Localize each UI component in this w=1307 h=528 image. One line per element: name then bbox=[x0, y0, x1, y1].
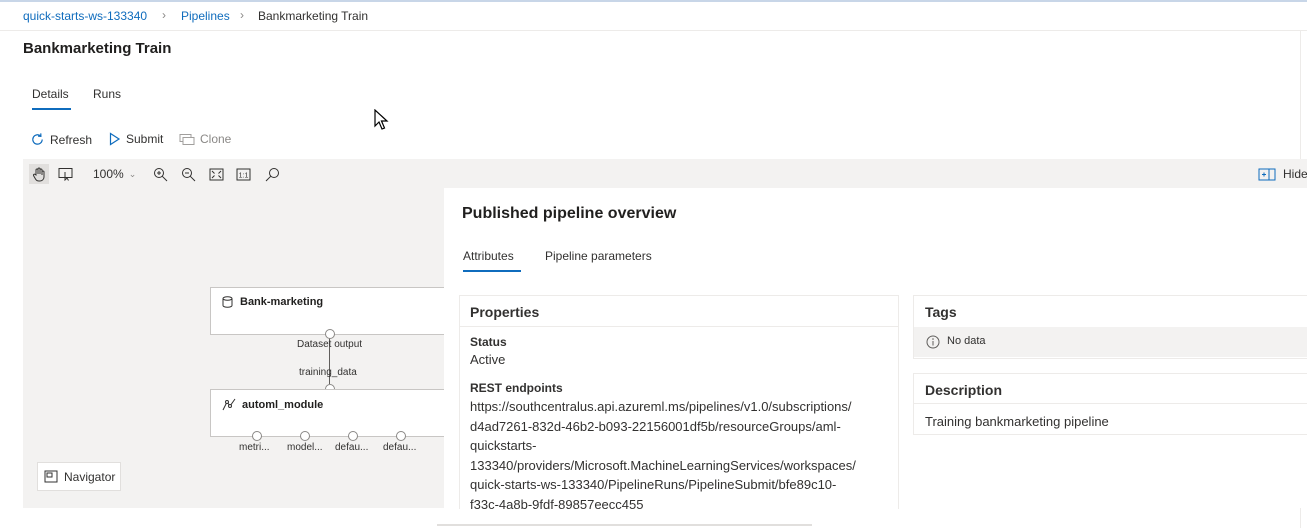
automl-icon bbox=[222, 398, 236, 411]
mouse-cursor-icon bbox=[374, 109, 389, 130]
clone-button[interactable]: Clone bbox=[179, 132, 231, 146]
svg-text:1:1: 1:1 bbox=[238, 172, 248, 179]
overview-title: Published pipeline overview bbox=[462, 205, 677, 222]
rest-endpoint-value: https://southcentralus.api.azureml.ms/pi… bbox=[470, 397, 895, 514]
breadcrumb-pipelines-link[interactable]: Pipelines bbox=[181, 9, 230, 23]
status-label: Status bbox=[470, 335, 507, 349]
actual-size-button[interactable]: 1:1 bbox=[233, 164, 253, 184]
no-data-text: No data bbox=[947, 335, 986, 347]
output-port-label: model... bbox=[287, 442, 323, 453]
tab-attributes-underline bbox=[463, 270, 521, 272]
divider bbox=[460, 326, 898, 327]
select-icon bbox=[58, 168, 73, 181]
hand-icon bbox=[32, 167, 45, 182]
refresh-label: Refresh bbox=[50, 132, 93, 147]
zoom-out-button[interactable] bbox=[178, 164, 198, 184]
status-value: Active bbox=[470, 352, 506, 367]
navigator-label: Navigator bbox=[64, 469, 116, 484]
zoom-in-button[interactable] bbox=[150, 164, 170, 184]
output-port[interactable] bbox=[325, 329, 335, 339]
rest-endpoint-line: f33c-4a8b-9fdf-89857eecc455 bbox=[470, 496, 644, 512]
horizontal-scrollbar[interactable] bbox=[437, 524, 812, 526]
submit-label: Submit bbox=[126, 132, 164, 146]
graph-toolbar: 100% ⌄ 1:1 Hide bbox=[23, 159, 1307, 188]
refresh-icon bbox=[32, 133, 43, 145]
rest-endpoint-line: quickstarts- bbox=[470, 438, 537, 453]
chevron-right-icon: › bbox=[162, 8, 166, 22]
breadcrumb-workspace-link[interactable]: quick-starts-ws-133340 bbox=[23, 9, 147, 23]
tags-heading: Tags bbox=[925, 304, 957, 320]
fit-to-screen-button[interactable] bbox=[206, 164, 226, 184]
fit-screen-icon bbox=[209, 168, 223, 180]
hide-panel-button[interactable]: Hide bbox=[1258, 164, 1307, 184]
hide-label: Hide bbox=[1283, 167, 1307, 181]
properties-heading: Properties bbox=[470, 304, 540, 320]
chevron-down-icon: ⌄ bbox=[128, 168, 137, 179]
panel-toggle-icon bbox=[1258, 168, 1276, 180]
database-icon bbox=[222, 296, 233, 308]
tab-attributes[interactable]: Attributes bbox=[463, 249, 514, 263]
play-icon bbox=[109, 132, 121, 146]
dataset-output-label: Dataset output bbox=[297, 339, 363, 350]
automl-node-title: automl_module bbox=[242, 399, 324, 411]
tab-pipeline-parameters[interactable]: Pipeline parameters bbox=[545, 249, 652, 263]
output-port[interactable] bbox=[348, 431, 358, 441]
chevron-right-icon: › bbox=[240, 8, 244, 22]
pan-tool-button[interactable] bbox=[29, 164, 49, 184]
rest-endpoint-line: d4ad7261-832d-46b2-b093-22156001df5b/res… bbox=[470, 418, 841, 434]
page-title: Bankmarketing Train bbox=[23, 40, 172, 57]
navigator-icon bbox=[44, 470, 58, 483]
output-port-label: metri... bbox=[239, 442, 270, 453]
tab-runs[interactable]: Runs bbox=[93, 87, 121, 101]
properties-card: Properties Status Active REST endpoints … bbox=[459, 295, 899, 512]
description-heading: Description bbox=[925, 382, 1003, 398]
divider bbox=[914, 403, 1307, 404]
breadcrumb-current: Bankmarketing Train bbox=[258, 9, 369, 23]
rest-endpoint-line: 133340/providers/Microsoft.MachineLearni… bbox=[470, 457, 856, 473]
rest-endpoint-line: quick-starts-ws-133340/PipelineRuns/Pipe… bbox=[470, 477, 837, 492]
output-port-label: defau... bbox=[383, 442, 417, 453]
rest-endpoint-line: https://southcentralus.api.azureml.ms/pi… bbox=[470, 399, 852, 414]
zoom-dropdown[interactable]: 100% ⌄ bbox=[87, 165, 136, 183]
refresh-button[interactable]: Refresh bbox=[30, 132, 92, 147]
output-port[interactable] bbox=[396, 431, 406, 441]
description-card: Description Training bankmarketing pipel… bbox=[913, 373, 1307, 435]
tab-details-underline bbox=[32, 108, 71, 110]
tags-empty-row: No data bbox=[914, 327, 1307, 357]
rest-endpoints-label: REST endpoints bbox=[470, 381, 563, 395]
clone-icon bbox=[179, 133, 195, 145]
training-data-label: training_data bbox=[299, 367, 357, 378]
search-button[interactable] bbox=[262, 164, 282, 184]
dataset-node[interactable]: Bank-marketing bbox=[210, 287, 452, 335]
tab-details[interactable]: Details bbox=[32, 87, 69, 101]
select-tool-button[interactable] bbox=[56, 164, 76, 184]
description-value: Training bankmarketing pipeline bbox=[925, 414, 1109, 429]
submit-button[interactable]: Submit bbox=[108, 132, 163, 146]
overview-panel: Published pipeline overview Attributes P… bbox=[444, 188, 1307, 512]
output-port-label: defau... bbox=[335, 442, 369, 453]
navigator-button[interactable]: Navigator bbox=[37, 462, 121, 491]
info-icon bbox=[926, 335, 940, 349]
search-icon bbox=[265, 167, 279, 181]
pipeline-canvas[interactable]: Bank-marketing Dataset output training_d… bbox=[23, 188, 452, 508]
dataset-node-title: Bank-marketing bbox=[240, 296, 324, 308]
output-port[interactable] bbox=[252, 431, 262, 441]
clone-label: Clone bbox=[200, 132, 232, 146]
actual-size-icon: 1:1 bbox=[236, 168, 250, 180]
automl-node[interactable]: automl_module bbox=[210, 389, 452, 437]
zoom-level: 100% bbox=[93, 167, 124, 181]
zoom-in-icon bbox=[153, 167, 167, 181]
tags-card: Tags No data bbox=[913, 295, 1307, 359]
zoom-out-icon bbox=[181, 167, 195, 181]
output-port[interactable] bbox=[300, 431, 310, 441]
breadcrumb: quick-starts-ws-133340 › Pipelines › Ban… bbox=[0, 2, 1307, 31]
